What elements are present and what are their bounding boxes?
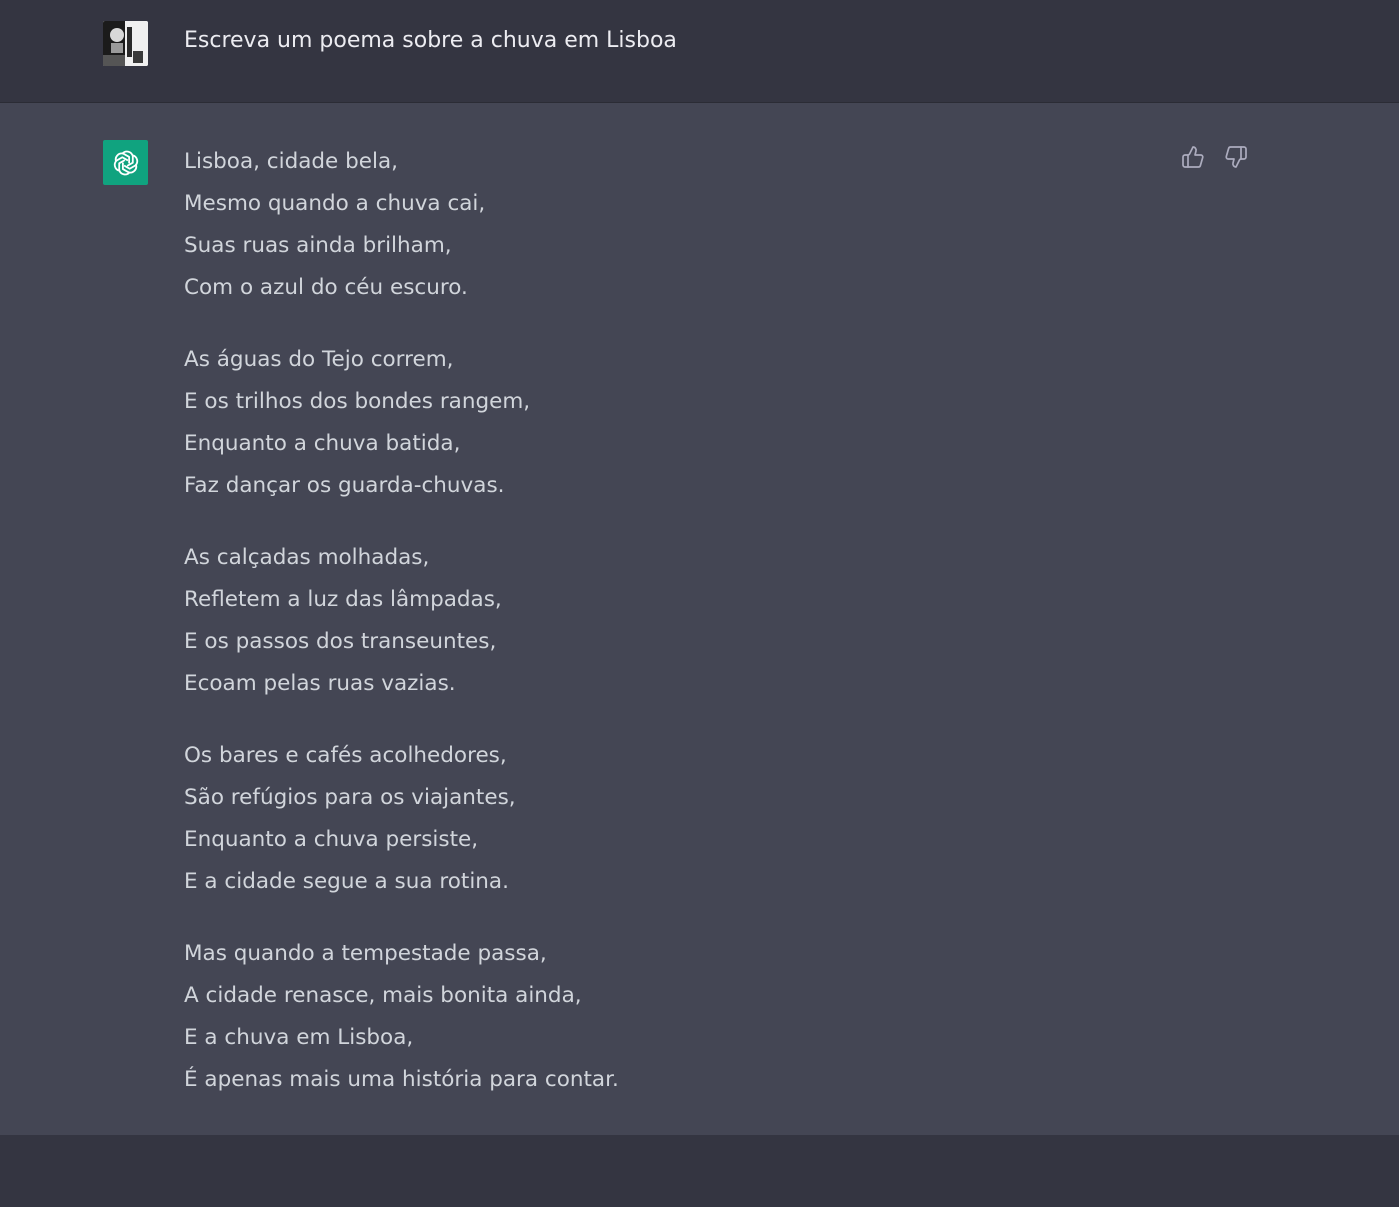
stanza: As águas do Tejo correm, E os trilhos do…	[184, 339, 1084, 507]
thumbs-down-button[interactable]	[1223, 143, 1248, 171]
poem-line: Enquanto a chuva persiste,	[184, 827, 479, 852]
poem-line: Mas quando a tempestade passa,	[184, 941, 547, 966]
poem-line: Faz dançar os guarda-chuvas.	[184, 473, 505, 498]
poem-line: Refletem a luz das lâmpadas,	[184, 587, 502, 612]
poem-line: São refúgios para os viajantes,	[184, 785, 516, 810]
poem-line: E a cidade segue a sua rotina.	[184, 869, 509, 894]
poem-line: Mesmo quando a chuva cai,	[184, 191, 486, 216]
feedback-buttons	[1180, 143, 1248, 171]
poem-line: Ecoam pelas ruas vazias.	[184, 671, 456, 696]
user-message: Escreva um poema sobre a chuva em Lisboa	[0, 0, 1399, 103]
poem-line: E os passos dos transeuntes,	[184, 629, 497, 654]
poem-line: Lisboa, cidade bela,	[184, 149, 398, 174]
poem-line: Com o azul do céu escuro.	[184, 275, 468, 300]
poem-line: Suas ruas ainda brilham,	[184, 233, 452, 258]
poem-line: Enquanto a chuva batida,	[184, 431, 461, 456]
user-avatar	[103, 21, 148, 66]
openai-logo-icon	[103, 140, 148, 185]
poem-line: E os trilhos dos bondes rangem,	[184, 389, 531, 414]
poem-line: As calçadas molhadas,	[184, 545, 430, 570]
stanza: Lisboa, cidade bela, Mesmo quando a chuv…	[184, 141, 1084, 309]
stanza: As calçadas molhadas, Refletem a luz das…	[184, 537, 1084, 705]
poem-line: É apenas mais uma história para contar.	[184, 1067, 619, 1092]
poem-line: A cidade renasce, mais bonita ainda,	[184, 983, 582, 1008]
poem-line: As águas do Tejo correm,	[184, 347, 454, 372]
stanza: Os bares e cafés acolhedores, São refúgi…	[184, 735, 1084, 903]
footer-area	[0, 1135, 1399, 1207]
stanza: Mas quando a tempestade passa, A cidade …	[184, 933, 1084, 1101]
thumbs-up-button[interactable]	[1180, 143, 1205, 171]
user-message-text: Escreva um poema sobre a chuva em Lisboa	[184, 28, 677, 53]
thumbs-up-icon	[1181, 146, 1204, 168]
poem-line: E a chuva em Lisboa,	[184, 1025, 414, 1050]
thumbs-down-icon	[1224, 146, 1247, 168]
poem-body: Lisboa, cidade bela, Mesmo quando a chuv…	[184, 141, 1084, 1131]
poem-line: Os bares e cafés acolhedores,	[184, 743, 507, 768]
assistant-message: Lisboa, cidade bela, Mesmo quando a chuv…	[0, 103, 1399, 1135]
